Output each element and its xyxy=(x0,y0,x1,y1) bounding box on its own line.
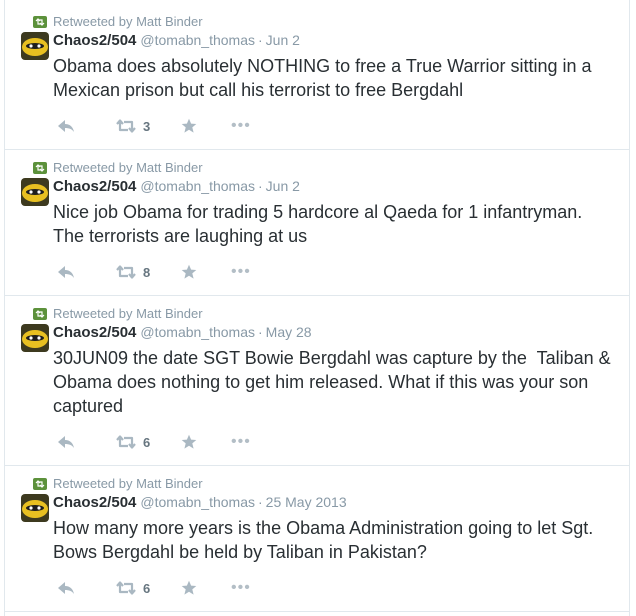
tweet-actions: 6 ••• xyxy=(57,434,251,450)
timeline: Retweeted by Matt Binder Chaos2/504 @toma… xyxy=(4,0,630,616)
retweeted-by-label[interactable]: Retweeted by Matt Binder xyxy=(53,14,203,29)
display-name[interactable]: Chaos2/504 xyxy=(53,32,136,49)
reply-button[interactable] xyxy=(57,265,115,279)
retweet-badge-icon xyxy=(33,477,47,490)
tweet[interactable]: Retweeted by Matt Binder Chaos2/504 @toma… xyxy=(5,150,629,296)
tweet-header: Chaos2/504 @tomabn_thomas · Jun 2 xyxy=(53,178,300,195)
retweet-count: 8 xyxy=(143,264,151,280)
tweet-header: Chaos2/504 @tomabn_thomas · Jun 2 xyxy=(53,32,300,49)
retweeted-by-label[interactable]: Retweeted by Matt Binder xyxy=(53,160,203,175)
reply-icon xyxy=(58,120,74,132)
display-name[interactable]: Chaos2/504 xyxy=(53,324,136,341)
retweet-context[interactable]: Retweeted by Matt Binder xyxy=(33,14,203,29)
avatar[interactable] xyxy=(21,324,49,352)
tweet-header: Chaos2/504 @tomabn_thomas · May 28 xyxy=(53,324,312,341)
reply-button[interactable] xyxy=(57,435,115,449)
display-name[interactable]: Chaos2/504 xyxy=(53,178,136,195)
reply-button[interactable] xyxy=(57,119,115,133)
separator-dot: · xyxy=(258,178,263,194)
more-icon: ••• xyxy=(231,263,251,280)
retweet-count: 6 xyxy=(143,580,151,596)
tweet-text: Nice job Obama for trading 5 hardcore al… xyxy=(53,202,583,246)
separator-dot: · xyxy=(258,324,263,340)
username[interactable]: @tomabn_thomas xyxy=(140,324,255,340)
timestamp-link[interactable]: 25 May 2013 xyxy=(266,494,347,510)
username[interactable]: @tomabn_thomas xyxy=(140,32,255,48)
retweet-icon xyxy=(116,435,136,449)
retweet-icon xyxy=(116,119,136,133)
retweeted-by-label[interactable]: Retweeted by Matt Binder xyxy=(53,306,203,321)
retweet-context[interactable]: Retweeted by Matt Binder xyxy=(33,476,203,491)
reply-icon xyxy=(58,436,74,448)
more-button[interactable]: ••• xyxy=(231,433,251,450)
tweet[interactable]: Retweeted by Matt Binder Chaos2/504 @toma… xyxy=(5,4,629,150)
retweeted-by-label[interactable]: Retweeted by Matt Binder xyxy=(53,476,203,491)
avatar[interactable] xyxy=(21,494,49,522)
more-button[interactable]: ••• xyxy=(231,579,251,596)
avatar[interactable] xyxy=(21,178,49,206)
retweet-context[interactable]: Retweeted by Matt Binder xyxy=(33,306,203,321)
tweet-actions: 6 ••• xyxy=(57,580,251,596)
favorite-button[interactable] xyxy=(181,118,231,134)
retweet-icon xyxy=(116,581,136,595)
favorite-star-icon xyxy=(181,264,197,279)
more-icon: ••• xyxy=(231,433,251,450)
tweet-header: Chaos2/504 @tomabn_thomas · 25 May 2013 xyxy=(53,494,347,511)
retweet-button[interactable]: 8 xyxy=(115,265,181,280)
display-name[interactable]: Chaos2/504 xyxy=(53,494,136,511)
retweet-button[interactable]: 6 xyxy=(115,581,181,596)
retweet-count: 6 xyxy=(143,434,151,450)
timestamp-link[interactable]: Jun 2 xyxy=(266,178,300,194)
retweet-button[interactable]: 3 xyxy=(115,119,181,134)
tweet-text: How many more years is the Obama Adminis… xyxy=(53,518,594,562)
favorite-button[interactable] xyxy=(181,264,231,280)
username[interactable]: @tomabn_thomas xyxy=(140,494,255,510)
reply-button[interactable] xyxy=(57,581,115,595)
tweet-actions: 8 ••• xyxy=(57,264,251,280)
tweet-text: Obama does absolutely NOTHING to free a … xyxy=(53,56,592,100)
retweet-count: 3 xyxy=(143,118,151,134)
favorite-button[interactable] xyxy=(181,434,231,450)
favorite-star-icon xyxy=(181,434,197,449)
retweet-badge-icon xyxy=(33,307,47,320)
separator-dot: · xyxy=(258,494,263,510)
more-button[interactable]: ••• xyxy=(231,117,251,134)
reply-icon xyxy=(58,266,74,278)
favorite-star-icon xyxy=(181,580,197,595)
retweet-badge-icon xyxy=(33,161,47,174)
tweet[interactable]: Retweeted by Matt Binder Chaos2/504 @toma… xyxy=(5,296,629,466)
timestamp-link[interactable]: Jun 2 xyxy=(266,32,300,48)
more-icon: ••• xyxy=(231,579,251,596)
separator-dot: · xyxy=(258,32,263,48)
tweet-text: 30JUN09 the date SGT Bowie Bergdahl was … xyxy=(53,348,616,416)
avatar[interactable] xyxy=(21,32,49,60)
retweet-context[interactable]: Retweeted by Matt Binder xyxy=(33,160,203,175)
retweet-badge-icon xyxy=(33,15,47,28)
more-button[interactable]: ••• xyxy=(231,263,251,280)
retweet-icon xyxy=(116,265,136,279)
tweet-actions: 3 ••• xyxy=(57,118,251,134)
reply-icon xyxy=(58,582,74,594)
favorite-button[interactable] xyxy=(181,580,231,596)
favorite-star-icon xyxy=(181,118,197,133)
username[interactable]: @tomabn_thomas xyxy=(140,178,255,194)
timestamp-link[interactable]: May 28 xyxy=(266,324,312,340)
tweet[interactable]: Retweeted by Matt Binder Chaos2/504 @toma… xyxy=(5,466,629,612)
retweet-button[interactable]: 6 xyxy=(115,435,181,450)
more-icon: ••• xyxy=(231,117,251,134)
